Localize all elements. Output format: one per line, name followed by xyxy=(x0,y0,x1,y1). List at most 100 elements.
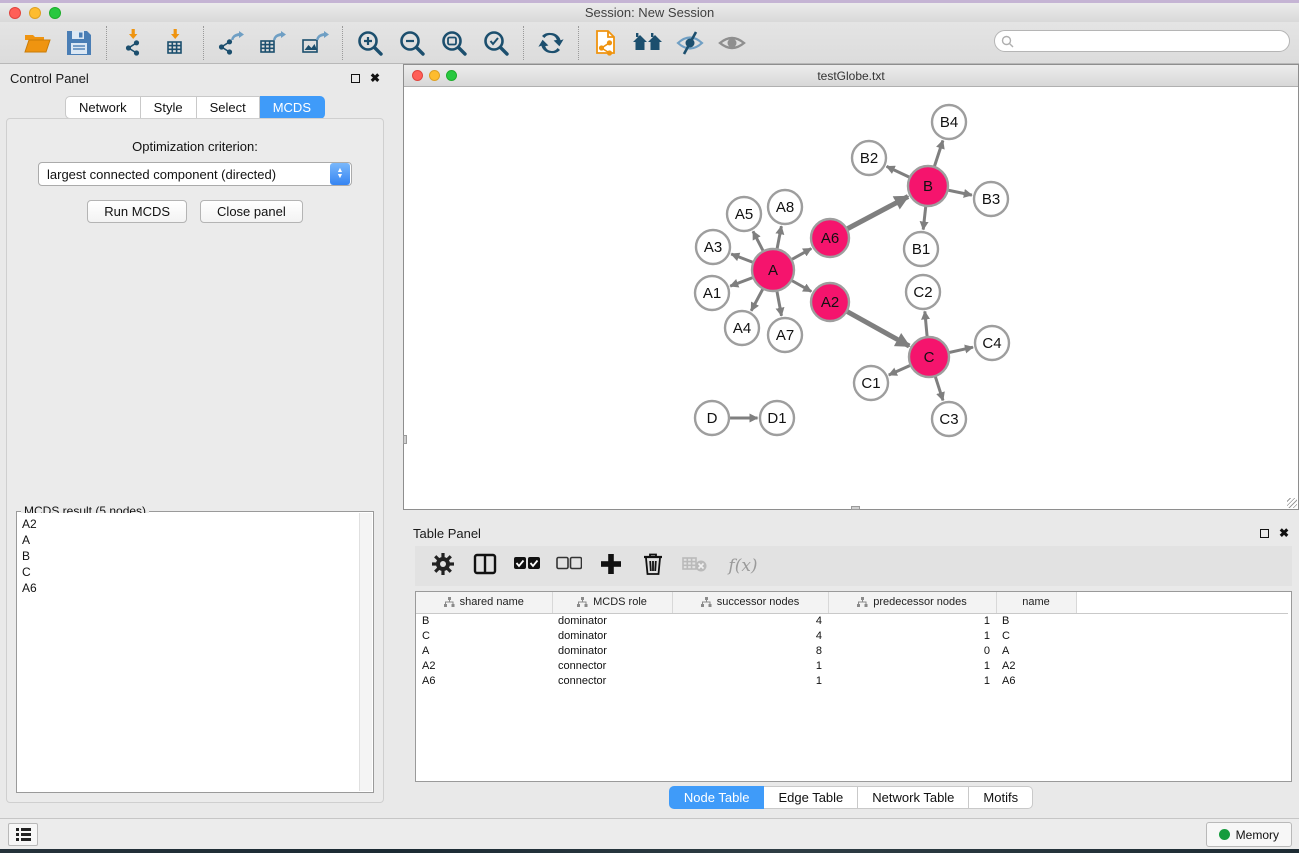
column-header-successor-nodes[interactable]: successor nodes xyxy=(672,592,828,613)
node-A4[interactable]: A4 xyxy=(725,311,759,345)
network-view-window: testGlobe.txt A A1 A2 A3 A4 A5 A6 A7 A8 B B1 B2 B3 B4… xyxy=(403,64,1299,510)
delete-column-trash-button[interactable] xyxy=(639,552,667,580)
show-graphics-eye-button[interactable] xyxy=(714,25,750,61)
node-B4[interactable]: B4 xyxy=(932,105,966,139)
resize-grip-left[interactable] xyxy=(403,435,407,444)
save-session-button[interactable] xyxy=(61,25,97,61)
network-graph[interactable]: A A1 A2 A3 A4 A5 A6 A7 A8 B B1 B2 B3 B4 C C1 C2 C3 C4 D D1 xyxy=(404,87,1298,509)
node-C3[interactable]: C3 xyxy=(932,402,966,436)
tab-select[interactable]: Select xyxy=(197,96,260,119)
resize-grip-bottom[interactable] xyxy=(851,506,860,510)
main-titlebar: Session: New Session xyxy=(0,3,1299,22)
float-panel-icon[interactable] xyxy=(351,74,360,83)
table-tabs: Node TableEdge TableNetwork TableMotifs xyxy=(403,786,1299,809)
node-B1[interactable]: B1 xyxy=(904,232,938,266)
split-panel-button[interactable] xyxy=(471,552,499,580)
tab-style[interactable]: Style xyxy=(141,96,197,119)
home-network-button[interactable] xyxy=(630,25,666,61)
result-scrollbar[interactable] xyxy=(359,513,372,791)
search-field[interactable] xyxy=(994,30,1290,52)
node-A2[interactable]: A2 xyxy=(811,283,849,321)
node-C[interactable]: C xyxy=(909,337,949,377)
node-C4[interactable]: C4 xyxy=(975,326,1009,360)
zoom-in-button[interactable] xyxy=(352,25,388,61)
table-row[interactable]: Adominator80A xyxy=(416,643,1288,658)
tab-network[interactable]: Network xyxy=(65,96,141,119)
gear-button[interactable] xyxy=(429,552,457,580)
memory-button[interactable]: Memory xyxy=(1206,822,1292,847)
optimization-criterion-dropdown[interactable]: largest connected component (directed) ▲… xyxy=(38,162,352,186)
node-B2[interactable]: B2 xyxy=(852,141,886,175)
node-A8[interactable]: A8 xyxy=(768,190,802,224)
column-header-name[interactable]: name xyxy=(996,592,1076,613)
column-header-shared-name[interactable]: shared name xyxy=(416,592,552,613)
unselect-all-checks-button[interactable] xyxy=(555,552,583,580)
save-session-icon xyxy=(65,29,93,57)
shared-column-icon xyxy=(857,597,868,608)
svg-text:A8: A8 xyxy=(776,199,794,216)
svg-text:A6: A6 xyxy=(821,230,839,247)
select-all-checks-icon xyxy=(514,556,540,576)
column-header-MCDS-role[interactable]: MCDS role xyxy=(552,592,672,613)
network-window-titlebar[interactable]: testGlobe.txt xyxy=(404,65,1298,87)
close-panel-icon[interactable]: ✖ xyxy=(370,72,380,84)
export-image-button[interactable] xyxy=(297,25,333,61)
close-panel-button[interactable]: Close panel xyxy=(200,200,303,223)
tab-mcds[interactable]: MCDS xyxy=(260,96,325,119)
tab-node-table[interactable]: Node Table xyxy=(669,786,765,809)
close-table-panel-icon[interactable]: ✖ xyxy=(1279,527,1289,539)
table-row[interactable]: A6connector11A6 xyxy=(416,673,1288,688)
export-table-button[interactable] xyxy=(255,25,291,61)
node-A1[interactable]: A1 xyxy=(695,276,729,310)
tab-edge-table[interactable]: Edge Table xyxy=(764,786,858,809)
hide-graphics-eye-slash-button[interactable] xyxy=(672,25,708,61)
tab-motifs[interactable]: Motifs xyxy=(969,786,1033,809)
import-table-button[interactable] xyxy=(158,25,194,61)
mcds-result-item[interactable]: A6 xyxy=(22,580,355,596)
run-mcds-button[interactable]: Run MCDS xyxy=(87,200,187,223)
add-column-button[interactable] xyxy=(597,552,625,580)
select-all-checks-button[interactable] xyxy=(513,552,541,580)
node-C1[interactable]: C1 xyxy=(854,366,888,400)
node-A3[interactable]: A3 xyxy=(696,230,730,264)
import-network-button[interactable] xyxy=(116,25,152,61)
node-A7[interactable]: A7 xyxy=(768,318,802,352)
export-network-button[interactable] xyxy=(213,25,249,61)
svg-text:B4: B4 xyxy=(940,114,958,131)
node-A[interactable]: A xyxy=(752,249,794,291)
apply-layout-refresh-button[interactable] xyxy=(533,25,569,61)
network-canvas[interactable]: A A1 A2 A3 A4 A5 A6 A7 A8 B B1 B2 B3 B4 C C1 C2 C3 C4 D D1 xyxy=(404,87,1298,509)
resize-corner-handle[interactable] xyxy=(1287,498,1297,508)
table-row[interactable]: Cdominator41C xyxy=(416,628,1288,643)
tab-network-table[interactable]: Network Table xyxy=(858,786,969,809)
task-history-button[interactable] xyxy=(8,823,38,846)
node-A5[interactable]: A5 xyxy=(727,197,761,231)
node-B[interactable]: B xyxy=(908,166,948,206)
node-table[interactable]: shared nameMCDS rolesuccessor nodesprede… xyxy=(415,591,1292,782)
float-table-panel-icon[interactable] xyxy=(1260,529,1269,538)
mcds-result-list[interactable]: A2ABCA6 xyxy=(18,513,359,791)
table-row[interactable]: Bdominator41B xyxy=(416,613,1288,628)
node-B3[interactable]: B3 xyxy=(974,182,1008,216)
import-network-icon xyxy=(120,28,148,58)
node-C2[interactable]: C2 xyxy=(906,275,940,309)
svg-text:D1: D1 xyxy=(767,410,786,427)
new-network-file-button[interactable] xyxy=(588,25,624,61)
mcds-result-item[interactable]: A2 xyxy=(22,516,355,532)
search-input[interactable] xyxy=(1014,32,1289,50)
open-file-button[interactable] xyxy=(19,25,55,61)
node-A6[interactable]: A6 xyxy=(811,219,849,257)
column-header-filler xyxy=(1076,592,1288,613)
mcds-result-item[interactable]: C xyxy=(22,564,355,580)
node-D1[interactable]: D1 xyxy=(760,401,794,435)
zoom-out-button[interactable] xyxy=(394,25,430,61)
zoom-selected-button[interactable] xyxy=(478,25,514,61)
mcds-result-item[interactable]: A xyxy=(22,532,355,548)
column-header-predecessor-nodes[interactable]: predecessor nodes xyxy=(828,592,996,613)
svg-text:A7: A7 xyxy=(776,327,794,344)
zoom-fit-button[interactable] xyxy=(436,25,472,61)
node-D[interactable]: D xyxy=(695,401,729,435)
mcds-result-item[interactable]: B xyxy=(22,548,355,564)
gear-icon xyxy=(431,552,455,581)
table-row[interactable]: A2connector11A2 xyxy=(416,658,1288,673)
